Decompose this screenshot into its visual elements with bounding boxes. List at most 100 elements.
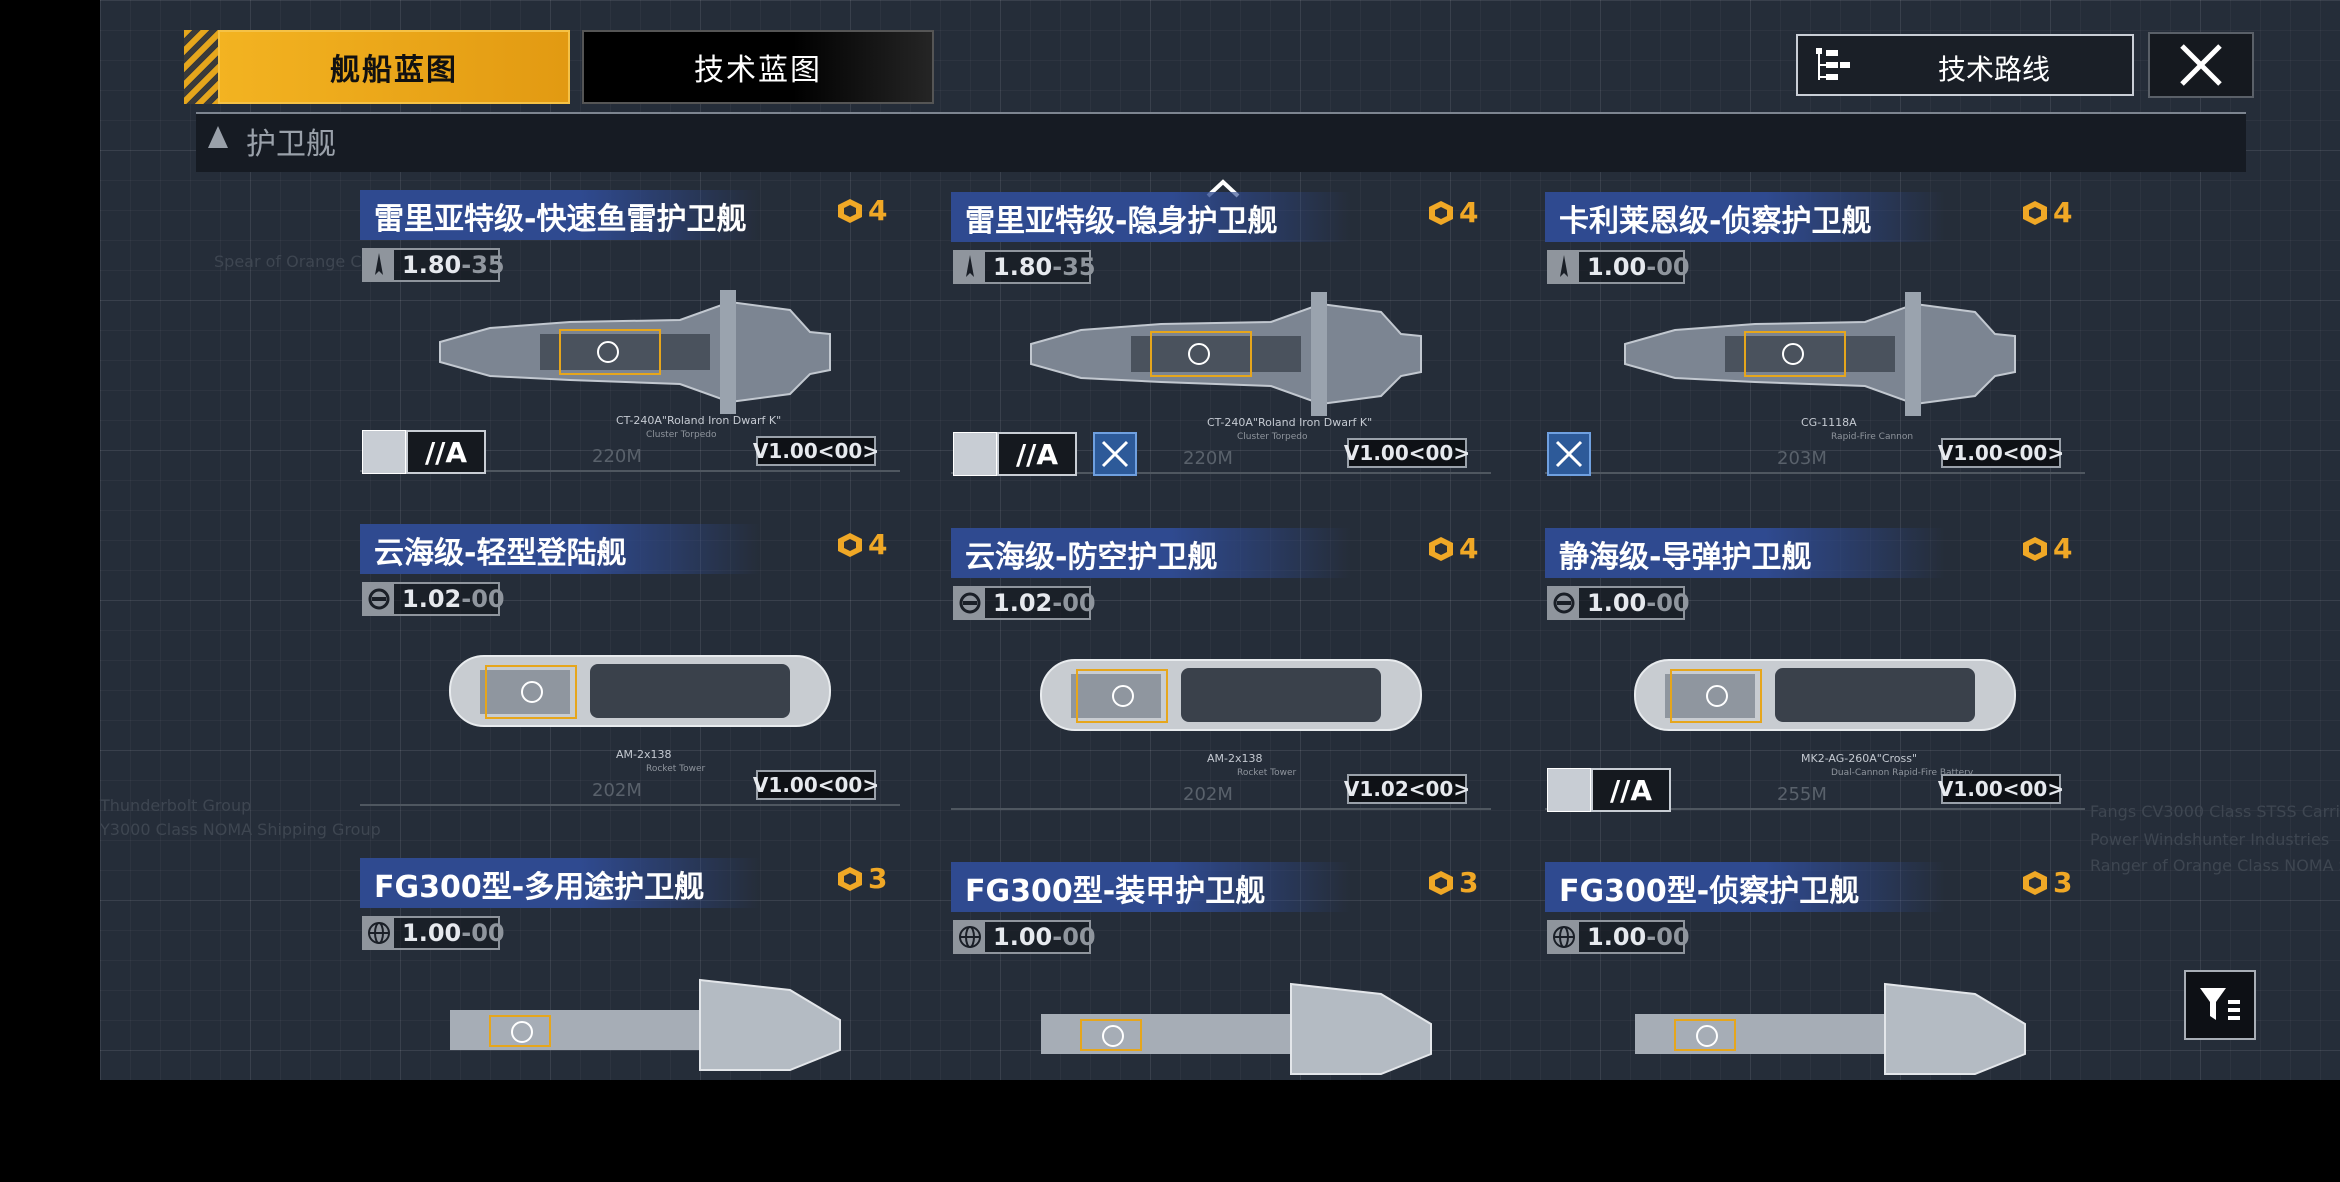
ship-length: 202M	[592, 780, 642, 801]
ship-cost-value: 4	[2053, 196, 2073, 229]
ship-card[interactable]: 雷里亚特级-快速鱼雷护卫舰 4 1.80-35 CT-240A"Roland Iron…	[360, 190, 900, 510]
ship-stat: 1.80-35	[362, 248, 505, 282]
globe-icon	[955, 922, 985, 952]
rank-icon	[953, 432, 997, 476]
weapon-name: CT-240A"Roland Iron Dwarf K"	[1207, 416, 1373, 429]
stat-value: 1.00	[1587, 253, 1647, 281]
version-label: V1.00<00>	[753, 436, 879, 466]
ship-card[interactable]: 云海级-轻型登陆舰 4 1.02-00 AM-2x138 Rocket Tower 202…	[360, 524, 900, 844]
ship-blueprint-image	[1021, 284, 1441, 424]
ship-length: 202M	[1183, 784, 1233, 805]
background-text: Fangs CV3000 Class STSS Carrier	[2090, 802, 2340, 821]
tech-route-label: 技术路线	[1938, 53, 2051, 86]
ship-cost: 4	[1427, 196, 1478, 229]
close-icon	[2180, 44, 2222, 86]
stat-dim: -	[1052, 253, 1063, 281]
tab-tech-blueprint[interactable]: 技术蓝图	[582, 30, 934, 104]
ship-name: 静海级-导弹护卫舰	[1559, 540, 1812, 575]
ship-name: 雷里亚特级-快速鱼雷护卫舰	[374, 202, 747, 237]
ship-card[interactable]: 雷里亚特级-隐身护卫舰 4 1.80-35 CT-240A"Roland Iron D…	[951, 192, 1491, 512]
stat-dim: -	[461, 919, 472, 947]
stat-dim: -	[1052, 589, 1063, 617]
class-badge: //A	[362, 430, 486, 476]
cost-cube-icon	[1429, 200, 1453, 225]
collapse-arrow-icon[interactable]	[208, 126, 228, 148]
stat-dim: -	[1646, 923, 1657, 951]
ship-length: 255M	[1777, 784, 1827, 805]
section-header[interactable]	[196, 114, 2246, 172]
class-badge: //A	[1547, 768, 1671, 814]
cost-cube-icon	[1429, 536, 1453, 561]
filter-button[interactable]	[2184, 970, 2256, 1040]
version-label: V1.00<00>	[1938, 774, 2064, 804]
ship-cost: 4	[836, 528, 887, 561]
weapon-type: Rocket Tower	[646, 764, 706, 774]
ship-blueprint-image	[1021, 620, 1441, 760]
ship-name: 云海级-防空护卫舰	[965, 540, 1218, 575]
ship-cost-value: 3	[868, 862, 888, 895]
close-button[interactable]	[2148, 32, 2254, 98]
stat-dim-value: 00	[1656, 923, 1690, 951]
stat-value: 1.00	[402, 919, 462, 947]
stat-value: 1.80	[993, 253, 1053, 281]
stat-value: 1.00	[1587, 589, 1647, 617]
stat-dim-value: 00	[1062, 589, 1096, 617]
stat-dim-value: 00	[1656, 253, 1690, 281]
tech-upgrade-icon	[1547, 432, 1591, 476]
ship-cost: 4	[836, 194, 887, 227]
ship-cost-value: 3	[1459, 866, 1479, 899]
weapon-name: MK2-AG-260A"Cross"	[1801, 752, 1918, 765]
cost-cube-icon	[2023, 200, 2047, 225]
stat-dim: -	[461, 251, 472, 279]
landing-icon	[1549, 588, 1579, 618]
ruler-line	[951, 808, 1491, 810]
ship-card[interactable]: FG300型-装甲护卫舰 3 1.00-00	[951, 862, 1491, 1182]
stat-value: 1.02	[993, 589, 1053, 617]
background-text: Thunderbolt Group	[100, 796, 252, 815]
ship-cost: 4	[2021, 196, 2072, 229]
ship-name: 卡利莱恩级-侦察护卫舰	[1559, 204, 1872, 239]
tech-upgrade-icon	[1093, 432, 1137, 476]
globe-icon	[364, 918, 394, 948]
ship-stat: 1.80-35	[953, 250, 1096, 284]
stat-value: 1.80	[402, 251, 462, 279]
ship-blueprint-image	[1615, 620, 2035, 760]
tab-ship-blueprint[interactable]: 舰船蓝图	[218, 30, 570, 104]
tech-tree-icon	[1816, 48, 1850, 80]
stat-dim: -	[1052, 923, 1063, 951]
cost-cube-icon	[2023, 870, 2047, 895]
landing-icon	[955, 588, 985, 618]
filter-icon	[2200, 988, 2240, 1020]
stat-dim: -	[1646, 253, 1657, 281]
ship-stat: 1.00-00	[953, 920, 1096, 954]
weapon-type: Cluster Torpedo	[646, 430, 717, 440]
ship-card[interactable]: 云海级-防空护卫舰 4 1.02-00 AM-2x138 Rocket Tower 202…	[951, 528, 1491, 848]
ship-name: FG300型-侦察护卫舰	[1559, 874, 1860, 909]
class-badge-label: //A	[997, 432, 1077, 476]
ship-blueprint-image	[1021, 954, 1441, 1094]
ship-length: 203M	[1777, 448, 1827, 469]
destroyer-icon	[955, 252, 985, 282]
ship-card[interactable]: 静海级-导弹护卫舰 4 1.00-00 MK2-AG-260A"Cross" Dual-…	[1545, 528, 2085, 848]
ship-card[interactable]: FG300型-侦察护卫舰 3 1.00-00	[1545, 862, 2085, 1182]
ruler-line	[360, 804, 900, 806]
ship-name: 雷里亚特级-隐身护卫舰	[965, 204, 1278, 239]
stat-value: 1.00	[993, 923, 1053, 951]
ship-cost: 3	[836, 862, 887, 895]
background-text: Y3000 Class NOMA Shipping Group	[100, 820, 381, 839]
ship-blueprint-image	[430, 950, 850, 1090]
cost-cube-icon	[838, 198, 862, 223]
version-label: V1.02<00>	[1344, 774, 1470, 804]
ship-card[interactable]: 卡利莱恩级-侦察护卫舰 4 1.00-00 CG-1118A Rapid-Fire Ca…	[1545, 192, 2085, 512]
stat-dim-value: 00	[471, 919, 505, 947]
ship-cost: 3	[2021, 866, 2072, 899]
ship-card[interactable]: FG300型-多用途护卫舰 3 1.00-00	[360, 858, 900, 1178]
version-label: V1.00<00>	[753, 770, 879, 800]
version-label: V1.00<00>	[1344, 438, 1470, 468]
stat-dim-value: 00	[1656, 589, 1690, 617]
ship-stat: 1.00-00	[362, 916, 505, 950]
ship-cost: 3	[1427, 866, 1478, 899]
cost-cube-icon	[2023, 536, 2047, 561]
tech-route-button[interactable]: 技术路线	[1796, 34, 2134, 96]
ship-length: 220M	[592, 446, 642, 467]
